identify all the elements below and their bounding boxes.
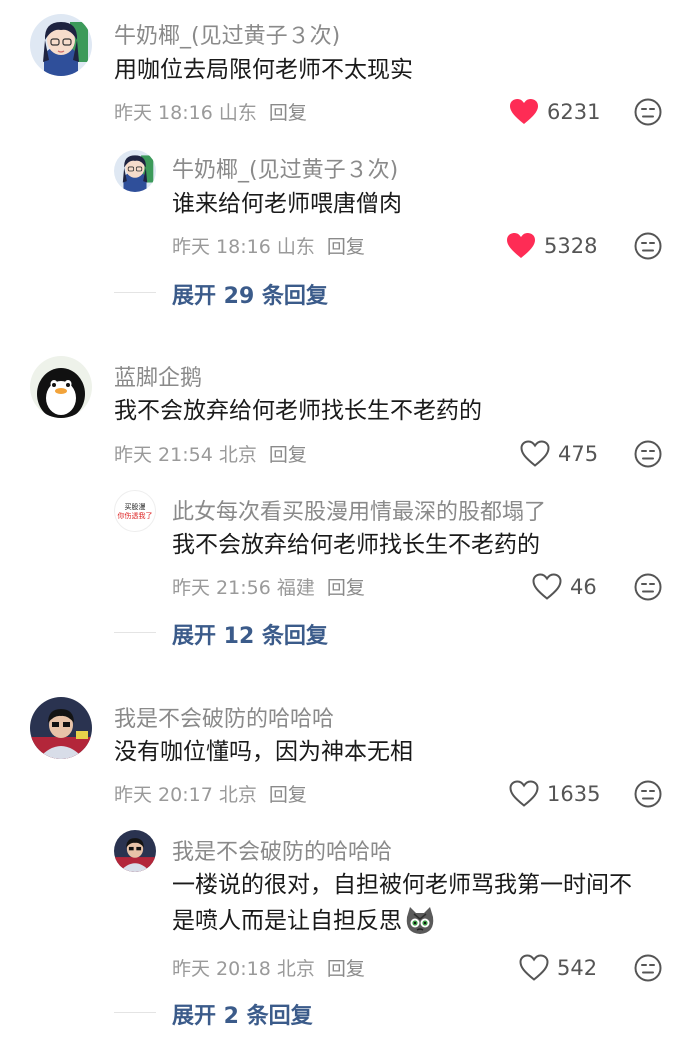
reply-location: 福建 (276, 577, 315, 599)
like-button[interactable]: 6231 (509, 98, 600, 125)
comment-location: 山东 (218, 102, 257, 124)
reply-button[interactable]: 回复 (269, 784, 307, 806)
comment-text: 用咖位去局限何老师不太现实 (114, 57, 413, 83)
expand-replies-button[interactable]: 展开 2 条回复 (172, 998, 313, 1030)
comment-time: 昨天 18:16 (114, 102, 213, 124)
like-count: 542 (557, 955, 598, 980)
reply-time: 昨天 18:16 (172, 236, 271, 258)
like-button[interactable]: 1635 (509, 780, 600, 807)
avatar[interactable] (30, 356, 92, 418)
heart-filled-icon (510, 99, 538, 124)
comment-text: 我不会放弃给何老师找长生不老药的 (114, 398, 482, 424)
expand-replies-button[interactable]: 展开 29 条回复 (172, 278, 328, 310)
reply-button[interactable]: 回复 (269, 102, 307, 124)
avatar[interactable] (30, 14, 92, 76)
heart-outline-icon (519, 954, 549, 981)
dislike-face-icon[interactable] (634, 98, 662, 126)
expand-divider (114, 292, 156, 293)
reply-button[interactable]: 回复 (327, 577, 365, 599)
like-count: 6231 (547, 99, 601, 124)
reply-time: 昨天 20:18 (172, 958, 271, 980)
reply-button[interactable]: 回复 (327, 958, 365, 980)
dislike-face-icon[interactable] (634, 440, 662, 468)
reply-location: 北京 (276, 958, 315, 980)
reply-meta: 昨天 21:56 福建 回复 (172, 573, 365, 600)
dislike-face-icon[interactable] (634, 954, 662, 982)
like-count: 475 (558, 441, 599, 466)
comment-meta: 昨天 20:17 北京 回复 (114, 780, 307, 807)
reply-button[interactable]: 回复 (327, 236, 365, 258)
comment-author[interactable]: 蓝脚企鹅 (114, 360, 202, 392)
expand-divider (114, 1012, 156, 1013)
heart-outline-icon (509, 780, 539, 807)
reply-text: 我不会放弃给何老师找长生不老药的 (172, 532, 540, 558)
reply-author[interactable]: 此女每次看买股漫用情最深的股都塌了 (172, 494, 546, 526)
comment-time: 昨天 20:17 (114, 784, 213, 806)
reply-time: 昨天 21:56 (172, 577, 271, 599)
reply-author[interactable]: 牛奶椰_(见过黄子３次) (172, 152, 398, 184)
comment-location: 北京 (218, 784, 257, 806)
comment-location: 北京 (218, 444, 257, 466)
like-button[interactable]: 46 (532, 573, 597, 600)
reply-button[interactable]: 回复 (269, 444, 307, 466)
reply-meta: 昨天 20:18 北京 回复 (172, 954, 365, 981)
reply-location: 山东 (276, 236, 315, 258)
dislike-face-icon[interactable] (634, 573, 662, 601)
like-button[interactable]: 475 (520, 440, 598, 467)
comment-meta: 昨天 21:54 北京 回复 (114, 440, 307, 467)
cat-emoji-icon (406, 907, 434, 934)
reply-avatar[interactable] (114, 150, 156, 192)
comment-meta: 昨天 18:16 山东 回复 (114, 98, 307, 125)
dislike-face-icon[interactable] (634, 780, 662, 808)
reply-text-line: 是喷人而是让自担反思 (172, 903, 436, 939)
reply-text: 谁来给何老师喂唐僧肉 (172, 191, 402, 217)
heart-outline-icon (532, 573, 562, 600)
like-count: 5328 (544, 233, 598, 258)
comment-text: 没有咖位懂吗，因为神本无相 (114, 739, 413, 765)
like-button[interactable]: 542 (519, 954, 597, 981)
avatar-text: 买股漫 你伤透我了 (117, 503, 153, 520)
heart-outline-icon (520, 440, 550, 467)
like-count: 46 (570, 574, 597, 599)
like-button[interactable]: 5328 (506, 232, 597, 259)
expand-replies-button[interactable]: 展开 12 条回复 (172, 618, 328, 650)
reply-author[interactable]: 我是不会破防的哈哈哈 (172, 834, 392, 866)
reply-text-line: 一楼说的很对，自担被何老师骂我第一时间不 (172, 872, 632, 898)
reply-avatar[interactable]: 买股漫 你伤透我了 (114, 490, 156, 532)
reply-avatar[interactable] (114, 830, 156, 872)
comment-author[interactable]: 牛奶椰_(见过黄子３次) (114, 18, 340, 50)
like-count: 1635 (547, 781, 601, 806)
heart-filled-icon (507, 233, 535, 258)
comment-author[interactable]: 我是不会破防的哈哈哈 (114, 701, 334, 733)
comment-time: 昨天 21:54 (114, 444, 213, 466)
dislike-face-icon[interactable] (634, 232, 662, 260)
avatar[interactable] (30, 697, 92, 759)
reply-meta: 昨天 18:16 山东 回复 (172, 232, 365, 259)
expand-divider (114, 632, 156, 633)
